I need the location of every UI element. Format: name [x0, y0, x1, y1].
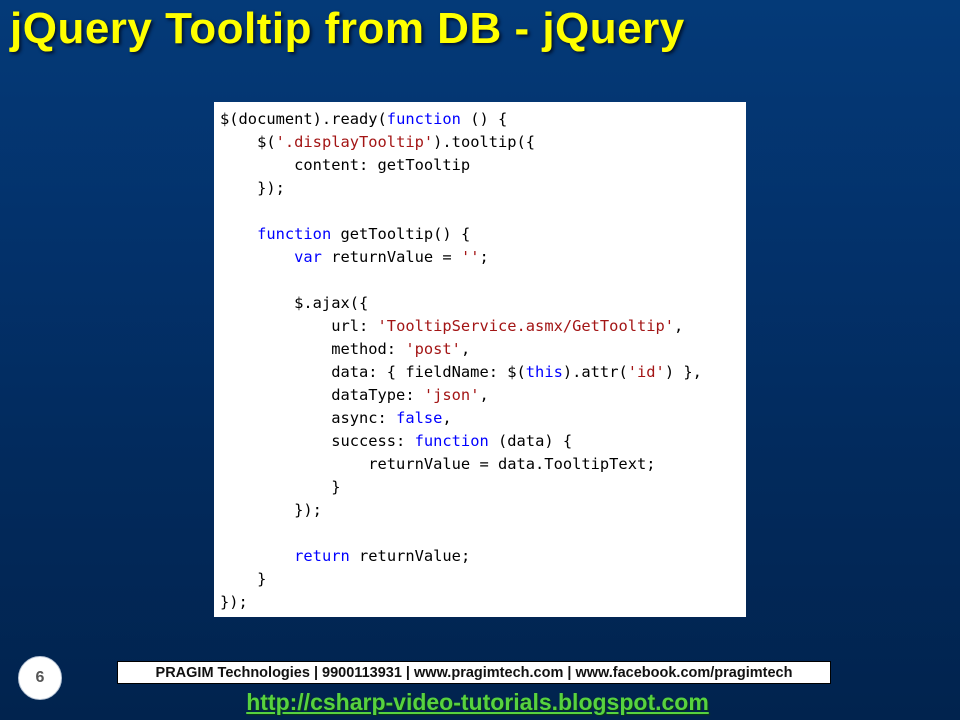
code-token: 'post' [405, 340, 461, 358]
code-token: $( [220, 133, 276, 151]
slide-title: jQuery Tooltip from DB - jQuery [10, 4, 685, 53]
code-token: }); [220, 179, 285, 197]
code-line: $.ajax({ [220, 292, 740, 315]
code-line: }); [220, 499, 740, 522]
code-token: getTooltip() { [331, 225, 471, 243]
blog-link[interactable]: http://csharp-video-tutorials.blogspot.c… [0, 689, 955, 716]
code-token: $.ajax({ [220, 294, 369, 312]
code-line: function getTooltip() { [220, 223, 740, 246]
code-token: var [294, 248, 322, 266]
code-line: dataType: 'json', [220, 384, 740, 407]
code-line: $('.displayTooltip').tooltip({ [220, 131, 740, 154]
code-line: ​ [220, 269, 740, 292]
code-token: 'json' [423, 386, 480, 404]
code-token: this [525, 363, 563, 381]
code-token: returnValue = data.TooltipText; [220, 455, 656, 473]
code-line: }); [220, 177, 740, 200]
code-token: method: [220, 340, 406, 358]
code-token: } [220, 570, 267, 588]
code-token: 'id' [627, 363, 665, 381]
code-block: $(document).ready(function () { $('.disp… [220, 108, 740, 614]
code-token: function [386, 110, 461, 128]
code-token: '' [460, 248, 480, 266]
code-token: returnValue; [349, 547, 471, 565]
code-token: } [220, 478, 341, 496]
code-line: ​ [220, 200, 740, 223]
code-token: , [460, 340, 471, 358]
code-line: return returnValue; [220, 545, 740, 568]
code-line: } [220, 568, 740, 591]
code-token: content: getTooltip [220, 156, 471, 174]
code-line: returnValue = data.TooltipText; [220, 453, 740, 476]
code-token: data: { fieldName: $( [220, 363, 526, 381]
footer-banner: PRAGIM Technologies | 9900113931 | www.p… [117, 661, 831, 684]
code-line: }); [220, 591, 740, 614]
code-token: ).attr( [562, 363, 628, 381]
code-token: , [479, 386, 489, 404]
code-token: dataType: [220, 386, 424, 404]
code-token: '.displayTooltip' [275, 133, 434, 151]
code-line: ​ [220, 522, 740, 545]
code-line: $(document).ready(function () { [220, 108, 740, 131]
code-token: returnValue = [321, 248, 461, 266]
code-token: () { [460, 110, 508, 128]
code-token: async: [220, 409, 397, 427]
code-line: var returnValue = ''; [220, 246, 740, 269]
code-token: , [442, 409, 452, 427]
code-token: function [257, 225, 332, 243]
code-line: url: 'TooltipService.asmx/GetTooltip', [220, 315, 740, 338]
code-token: (data) { [488, 432, 573, 450]
code-token: ) }, [664, 363, 702, 381]
code-token: url: [220, 317, 378, 335]
code-line: data: { fieldName: $(this).attr('id') }, [220, 361, 740, 384]
code-token: false [396, 409, 443, 427]
code-token: function [414, 432, 489, 450]
code-token: success: [220, 432, 415, 450]
code-token: }); [220, 593, 248, 611]
code-token: ).tooltip({ [433, 133, 536, 151]
code-token: $(document).ready( [220, 110, 387, 128]
code-line: } [220, 476, 740, 499]
code-token: return [294, 547, 350, 565]
code-token: }); [220, 501, 322, 519]
code-token: 'TooltipService.asmx/GetTooltip' [377, 317, 675, 335]
code-line: content: getTooltip [220, 154, 740, 177]
code-token: , [674, 317, 684, 335]
code-token: ; [479, 248, 489, 266]
code-line: async: false, [220, 407, 740, 430]
code-line: method: 'post', [220, 338, 740, 361]
code-panel: $(document).ready(function () { $('.disp… [214, 102, 746, 617]
code-line: success: function (data) { [220, 430, 740, 453]
